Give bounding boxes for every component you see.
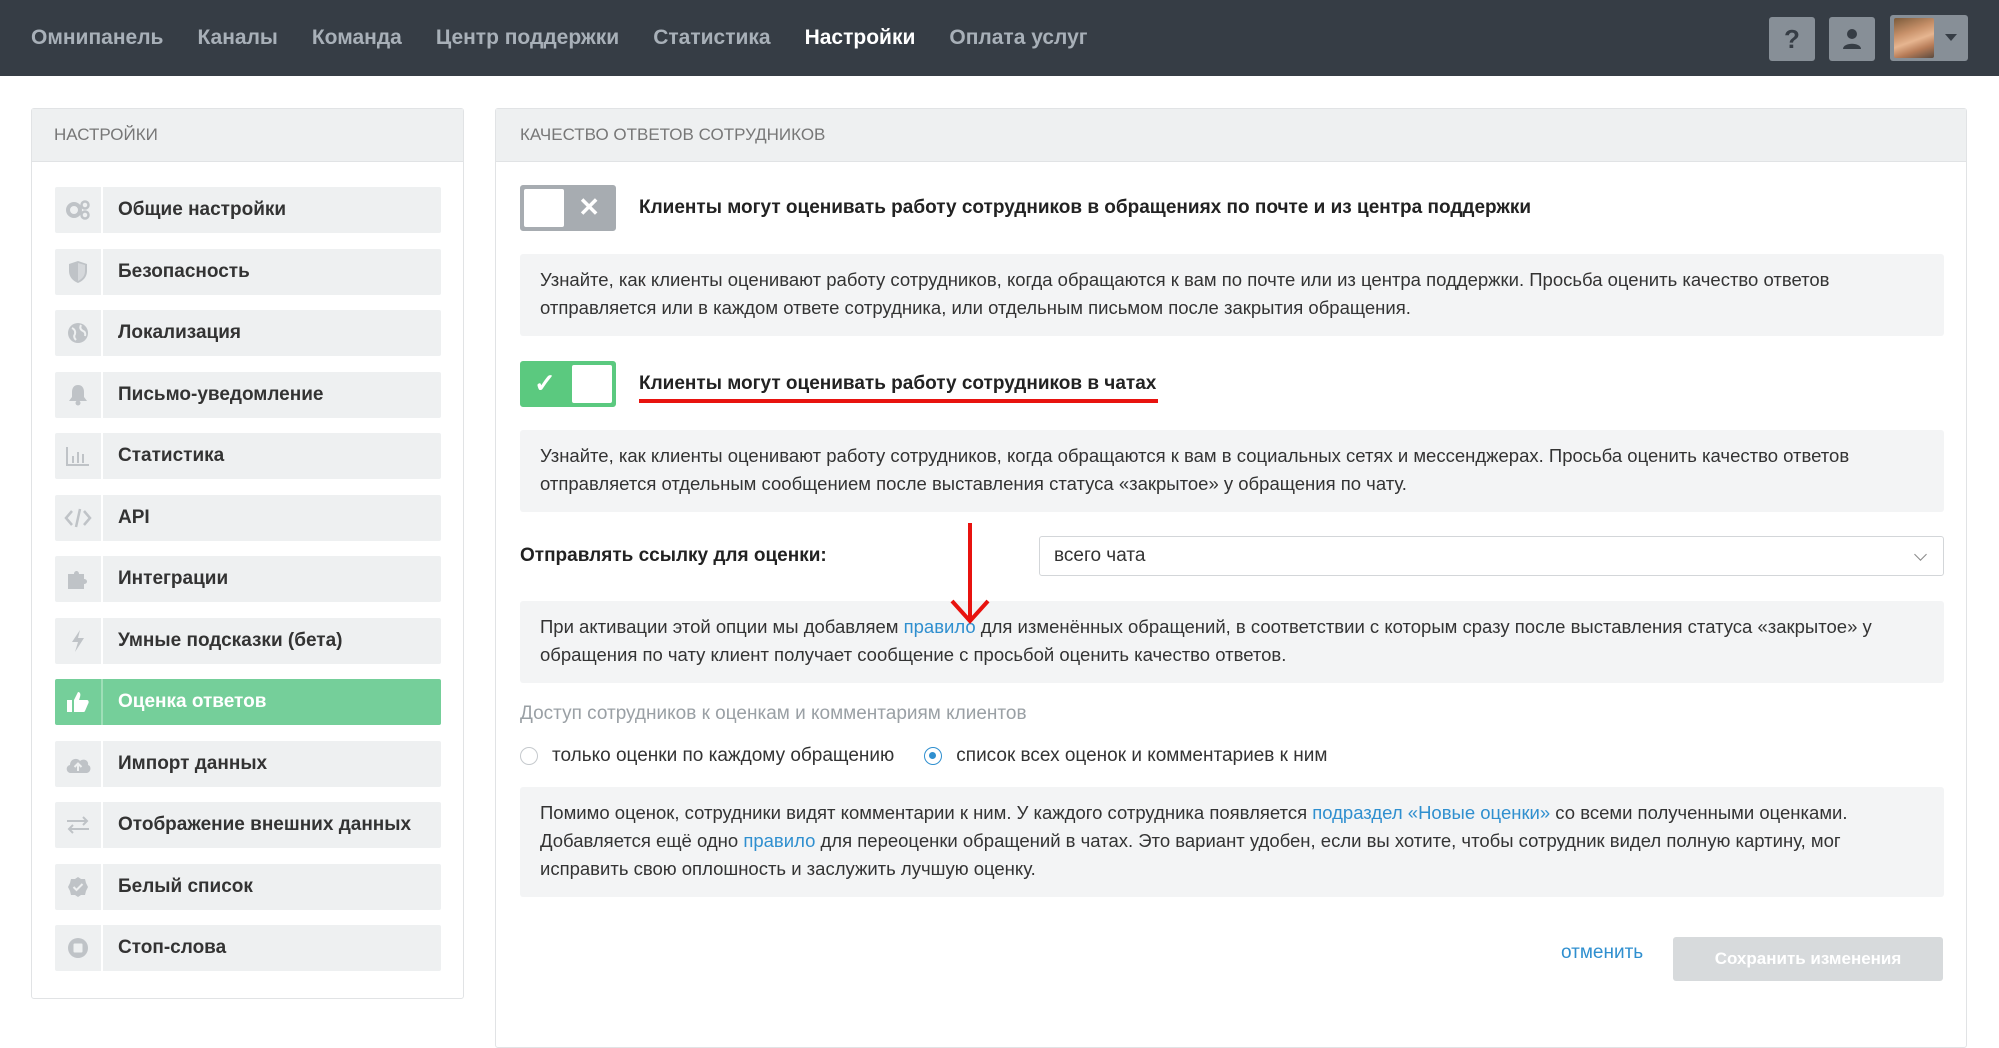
sidebar-item-label: API xyxy=(118,507,150,528)
sidebar-item-stop-words[interactable]: Стоп-слова xyxy=(55,925,441,971)
sidebar-item-label: Отображение внешних данных xyxy=(118,814,412,835)
sidebar-item-whitelist[interactable]: Белый список xyxy=(55,864,441,910)
access-option-all-ratings[interactable]: список всех оценок и комментариев к ним xyxy=(924,745,1327,767)
access-info-text: Помимо оценок, сотрудники видят коммента… xyxy=(540,802,1313,823)
sidebar-item-label: Локализация xyxy=(118,322,241,343)
chat-rating-label: Клиенты могут оценивать работу сотрудник… xyxy=(639,373,1157,394)
nav-team[interactable]: Команда xyxy=(312,26,402,50)
cancel-button[interactable]: отменить xyxy=(1561,942,1643,964)
access-info: Помимо оценок, сотрудники видят коммента… xyxy=(520,787,1944,897)
globe-icon xyxy=(68,323,88,343)
chat-rating-toggle[interactable]: ✓ xyxy=(520,361,616,407)
sidebar-item-label: Белый список xyxy=(118,876,253,897)
nav-statistics[interactable]: Статистика xyxy=(653,26,770,50)
save-button[interactable]: Сохранить изменения xyxy=(1673,937,1943,981)
top-navbar: Омнипанель Каналы Команда Центр поддержк… xyxy=(0,0,1999,76)
nav-support-center[interactable]: Центр поддержки xyxy=(436,26,619,50)
sidebar-item-label: Оценка ответов xyxy=(118,691,267,712)
annotation-arrow-icon xyxy=(950,523,990,624)
email-rating-label: Клиенты могут оценивать работу сотрудник… xyxy=(639,197,1532,218)
sidebar-item-notification-letter[interactable]: Письмо-уведомление xyxy=(55,372,441,418)
sidebar-item-integrations[interactable]: Интеграции xyxy=(55,556,441,602)
new-ratings-link[interactable]: подраздел «Новые оценки» xyxy=(1312,802,1550,823)
cloud-upload-icon xyxy=(66,758,91,773)
sidebar-item-external-data[interactable]: Отображение внешних данных xyxy=(55,802,441,848)
access-section-title: Доступ сотрудников к оценкам и комментар… xyxy=(520,703,1027,724)
settings-sidebar: НАСТРОЙКИ Общие настройки Безопасность Л… xyxy=(31,108,464,999)
sidebar-item-label: Статистика xyxy=(118,445,225,466)
sidebar-item-security[interactable]: Безопасность xyxy=(55,249,441,295)
toggle-knob xyxy=(572,365,612,403)
puzzle-icon xyxy=(68,571,87,589)
nav-billing[interactable]: Оплата услуг xyxy=(949,26,1087,50)
sidebar-item-localization[interactable]: Локализация xyxy=(55,310,441,356)
nav-settings[interactable]: Настройки xyxy=(805,26,916,50)
send-link-select[interactable]: всего чата xyxy=(1039,536,1944,576)
bar-chart-icon xyxy=(66,447,89,466)
gears-icon xyxy=(66,200,90,220)
annotation-underline xyxy=(639,399,1158,403)
close-icon: ✕ xyxy=(578,192,600,222)
chat-rating-info: Узнайте, как клиенты оценивают работу со… xyxy=(520,430,1944,512)
sidebar-item-label: Интеграции xyxy=(118,568,229,589)
access-radio-group: только оценки по каждому обращению списо… xyxy=(520,745,1357,767)
arrows-exchange-icon xyxy=(67,816,89,834)
sidebar-title: НАСТРОЙКИ xyxy=(32,109,463,162)
sidebar-item-rating[interactable]: Оценка ответов xyxy=(55,679,441,725)
radio-all-ratings[interactable] xyxy=(924,747,943,765)
radio-label: только оценки по каждому обращению xyxy=(552,745,895,766)
code-icon xyxy=(64,508,92,528)
badge-check-icon xyxy=(68,877,88,897)
send-link-selected-value: всего чата xyxy=(1054,545,1146,566)
rating-settings-panel: КАЧЕСТВО ОТВЕТОВ СОТРУДНИКОВ ✕ Клиенты м… xyxy=(495,108,1967,1048)
access-option-ratings-only[interactable]: только оценки по каждому обращению xyxy=(520,745,894,767)
main-nav: Омнипанель Каналы Команда Центр поддержк… xyxy=(31,0,1122,76)
sidebar-item-label: Импорт данных xyxy=(118,753,268,774)
sidebar-item-label: Безопасность xyxy=(118,261,250,282)
sidebar-item-general[interactable]: Общие настройки xyxy=(55,187,441,233)
sidebar-item-import[interactable]: Импорт данных xyxy=(55,741,441,787)
sidebar-item-label: Письмо-уведомление xyxy=(118,384,324,405)
activation-info-text: При активации этой опции мы добавляем xyxy=(540,616,904,637)
send-link-label: Отправлять ссылку для оценки: xyxy=(520,545,827,566)
stop-icon xyxy=(68,938,88,958)
check-icon: ✓ xyxy=(534,368,556,398)
profile-menu-button[interactable] xyxy=(1890,15,1968,61)
help-button[interactable]: ? xyxy=(1769,17,1815,61)
sidebar-item-statistics[interactable]: Статистика xyxy=(55,433,441,479)
radio-ratings-only[interactable] xyxy=(520,747,538,765)
shield-icon xyxy=(69,261,87,283)
bell-icon xyxy=(69,385,87,406)
activation-info: При активации этой опции мы добавляем пр… xyxy=(520,601,1944,683)
panel-title: КАЧЕСТВО ОТВЕТОВ СОТРУДНИКОВ xyxy=(496,109,1966,162)
toggle-knob xyxy=(524,189,564,227)
email-rating-info: Узнайте, как клиенты оценивают работу со… xyxy=(520,254,1944,336)
lightning-icon xyxy=(72,630,84,652)
rule-link-2[interactable]: правило xyxy=(743,830,815,851)
email-rating-toggle[interactable]: ✕ xyxy=(520,185,616,231)
chevron-down-icon xyxy=(1945,34,1957,41)
sidebar-item-label: Стоп-слова xyxy=(118,937,227,958)
nav-omnipanel[interactable]: Омнипанель xyxy=(31,26,163,50)
user-icon xyxy=(1843,29,1861,49)
thumbs-up-icon xyxy=(67,692,89,712)
sidebar-item-smart-hints[interactable]: Умные подсказки (бета) xyxy=(55,618,441,664)
radio-label: список всех оценок и комментариев к ним xyxy=(956,745,1328,766)
chevron-down-icon xyxy=(1914,548,1927,561)
help-icon: ? xyxy=(1784,23,1800,54)
sidebar-item-label: Умные подсказки (бета) xyxy=(118,630,343,651)
sidebar-item-api[interactable]: API xyxy=(55,495,441,541)
user-button[interactable] xyxy=(1829,17,1875,61)
avatar xyxy=(1894,18,1934,58)
nav-channels[interactable]: Каналы xyxy=(197,26,277,50)
sidebar-item-label: Общие настройки xyxy=(118,199,287,220)
